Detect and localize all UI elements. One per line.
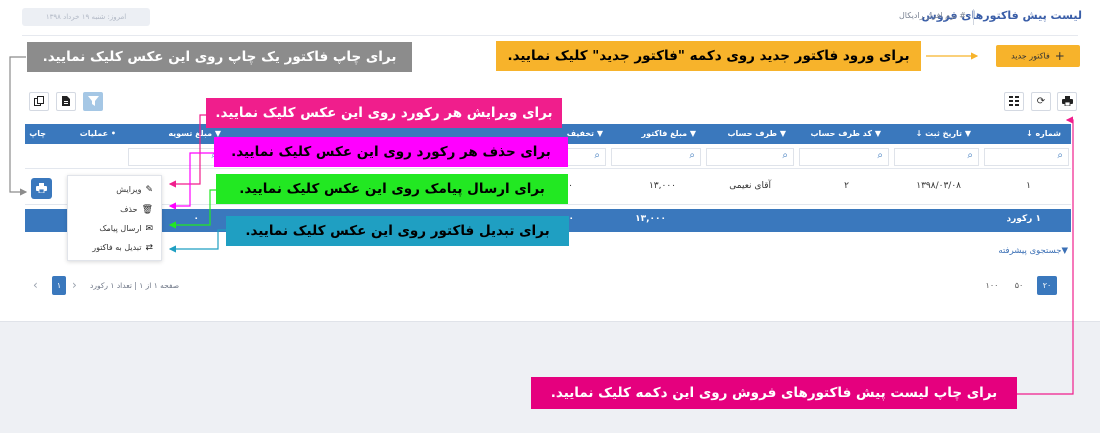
- callout-new-invoice: برای ورود فاکتور جدید روی دکمه "فاکتور ج…: [496, 41, 921, 71]
- callout-edit: برای ویرایش هر رکورد روی این عکس کلیک نم…: [206, 98, 562, 128]
- callout-print-single: برای چاپ فاکتور یک چاپ روی این عکس کلیک …: [27, 42, 412, 72]
- connector-convert: [168, 229, 226, 253]
- callout-delete: برای حذف هر رکورد روی این عکس کلیک نمایی…: [214, 137, 568, 167]
- callout-print-list: برای چاپ لیست پیش فاکتورهای فروش روی این…: [531, 377, 1017, 409]
- callout-convert: برای تبدیل فاکتور روی این عکس کلیک نمایی…: [226, 216, 569, 246]
- connector-delete: [168, 152, 214, 210]
- connector-print-list: [1017, 116, 1074, 395]
- connector-sms: [168, 189, 216, 229]
- callout-sms: برای ارسال پیامک روی این عکس کلیک نمایید…: [216, 174, 568, 204]
- connector-edit: [168, 114, 206, 188]
- connector-print-single: [9, 56, 28, 196]
